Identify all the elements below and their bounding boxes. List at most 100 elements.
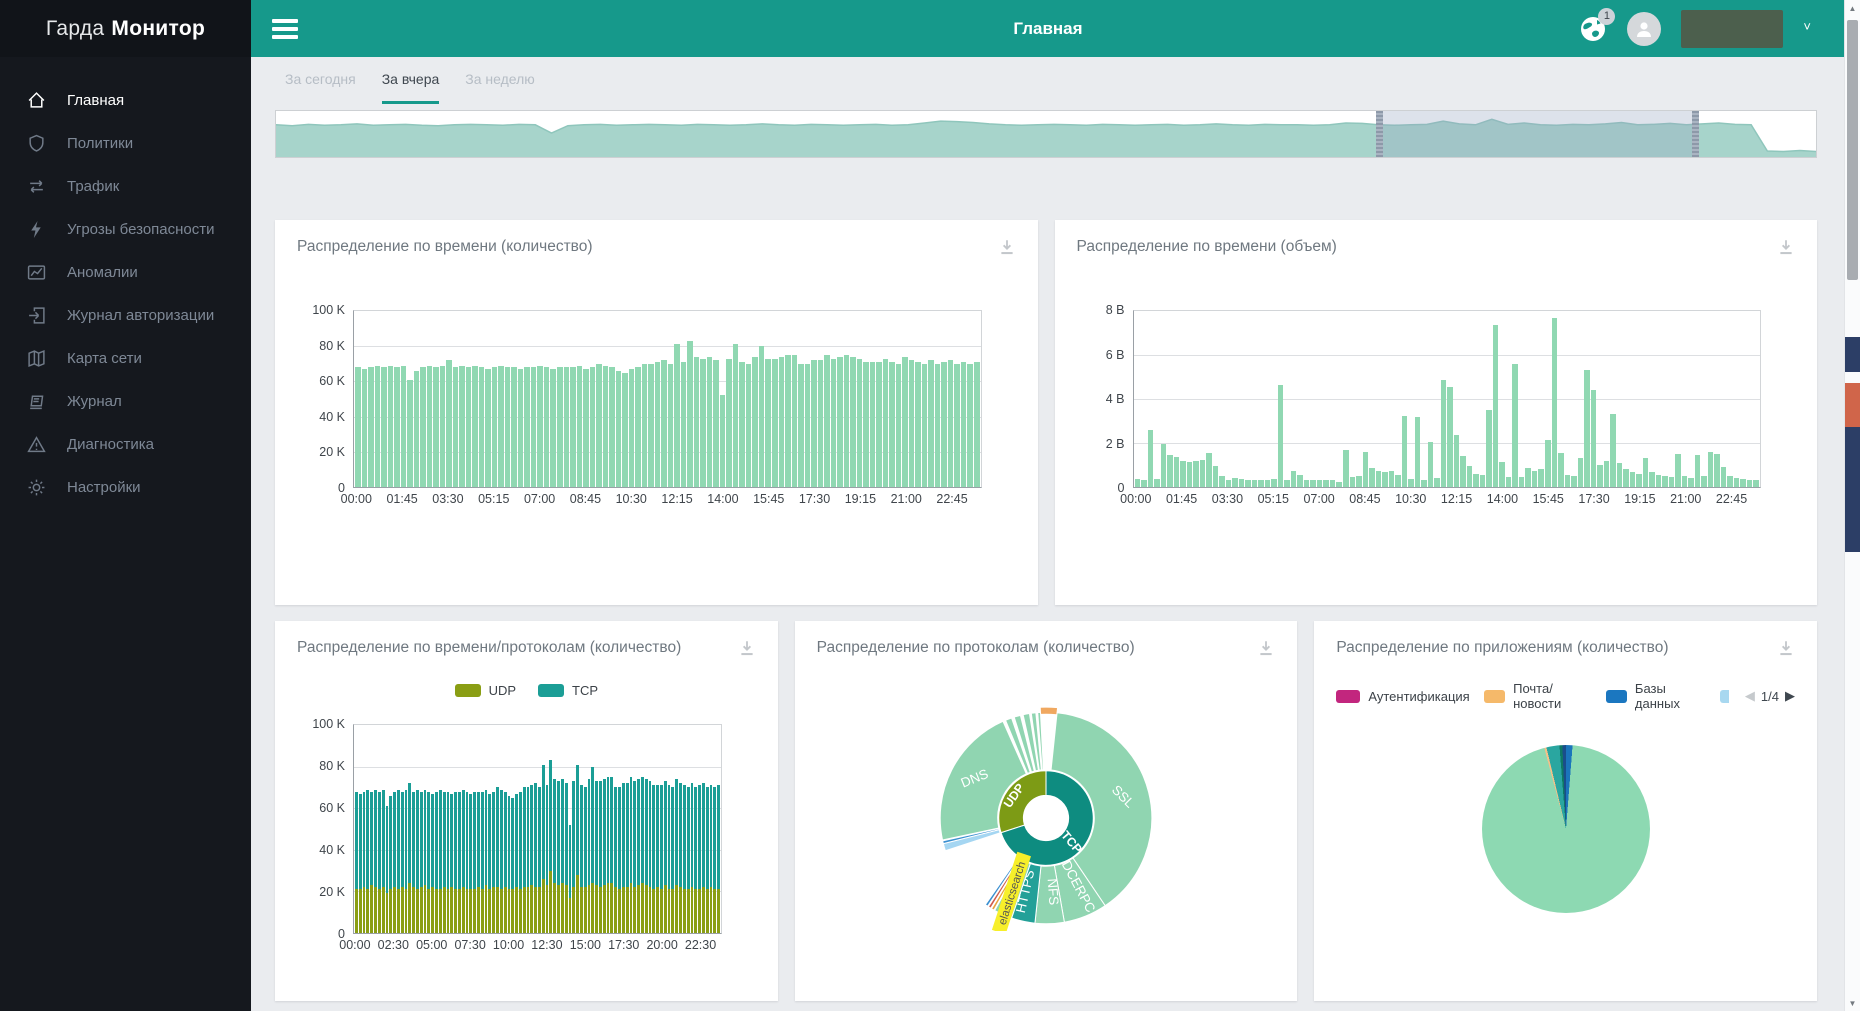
bar bbox=[401, 311, 407, 487]
card-title: Распределение по времени (количество) bbox=[297, 238, 593, 256]
bar bbox=[459, 311, 465, 487]
brush-handle-left[interactable] bbox=[1376, 111, 1383, 157]
sidebar-item-diagnostika[interactable]: Диагностика bbox=[0, 423, 251, 466]
y-tick-label: 40 K bbox=[319, 410, 345, 424]
bar bbox=[584, 725, 587, 933]
bar bbox=[1480, 311, 1486, 487]
tab-za-segodnya[interactable]: За сегодня bbox=[285, 71, 356, 104]
bar bbox=[707, 311, 713, 487]
bar bbox=[652, 725, 655, 933]
timeline-overview-chart[interactable] bbox=[275, 110, 1817, 158]
bar bbox=[511, 725, 514, 933]
sidebar-item-karta-seti[interactable]: Карта сети bbox=[0, 337, 251, 380]
hamburger-menu-icon[interactable] bbox=[272, 19, 298, 39]
bar bbox=[683, 725, 686, 933]
bar bbox=[626, 725, 629, 933]
bar bbox=[504, 725, 507, 933]
sidebar-item-anomalii[interactable]: Аномалии bbox=[0, 251, 251, 294]
bar bbox=[1571, 311, 1577, 487]
bar bbox=[458, 725, 461, 933]
bar bbox=[1565, 311, 1571, 487]
bar bbox=[375, 311, 381, 487]
sidebar-item-zhurnal[interactable]: Журнал bbox=[0, 380, 251, 423]
sidebar-item-zhurnal-avtorizacii[interactable]: Журнал авторизации bbox=[0, 294, 251, 337]
user-avatar[interactable] bbox=[1627, 12, 1661, 46]
sidebar-item-label: Карта сети bbox=[67, 350, 142, 367]
bar bbox=[382, 725, 385, 933]
bar bbox=[713, 311, 719, 487]
bar bbox=[414, 311, 420, 487]
pagination-prev-icon[interactable]: ◀ bbox=[1745, 688, 1755, 704]
bar bbox=[614, 725, 617, 933]
bar bbox=[363, 725, 366, 933]
sidebar-item-glavnaya[interactable]: Главная bbox=[0, 79, 251, 122]
download-icon[interactable] bbox=[998, 238, 1016, 256]
bar bbox=[1656, 311, 1662, 487]
legend-swatch-mail bbox=[1484, 690, 1505, 703]
bar bbox=[420, 725, 423, 933]
download-icon[interactable] bbox=[738, 639, 756, 657]
bar bbox=[1441, 311, 1447, 487]
sidebar-item-nastroyki[interactable]: Настройки bbox=[0, 466, 251, 509]
x-tick-label: 17:30 bbox=[799, 492, 830, 506]
bar bbox=[544, 311, 550, 487]
sidebar-item-ugrozy[interactable]: Угрозы безопасности bbox=[0, 208, 251, 251]
bar bbox=[1538, 311, 1544, 487]
sidebar-item-trafik[interactable]: Трафик bbox=[0, 165, 251, 208]
bar bbox=[1291, 311, 1297, 487]
card-protocols-sunburst: Распределение по протоколам (количество)… bbox=[795, 621, 1298, 1001]
download-icon[interactable] bbox=[1257, 639, 1275, 657]
bar bbox=[1434, 311, 1440, 487]
pagination-next-icon[interactable]: ▶ bbox=[1785, 688, 1795, 704]
x-axis-labels: 00:0001:4503:3005:1507:0008:4510:3012:15… bbox=[1133, 488, 1762, 506]
bar bbox=[1643, 311, 1649, 487]
x-tick-label: 02:30 bbox=[378, 938, 409, 952]
y-tick-label: 80 K bbox=[319, 339, 345, 353]
scrollbar-thumb[interactable] bbox=[1847, 20, 1858, 280]
bar bbox=[1245, 311, 1251, 487]
bar bbox=[1167, 311, 1173, 487]
bar bbox=[691, 725, 694, 933]
bar bbox=[355, 311, 361, 487]
bar bbox=[637, 725, 640, 933]
timeline-brush-selection[interactable] bbox=[1376, 111, 1699, 157]
x-tick-label: 21:00 bbox=[891, 492, 922, 506]
tab-za-nedelyu[interactable]: За неделю bbox=[465, 71, 535, 104]
scroll-down-icon[interactable]: ▼ bbox=[1845, 995, 1860, 1011]
sidebar: Гарда Монитор Главная Политики Трафик Уг… bbox=[0, 0, 251, 1011]
legend-label: Аутентификация bbox=[1368, 689, 1469, 704]
download-icon[interactable] bbox=[1777, 639, 1795, 657]
y-tick-label: 80 K bbox=[319, 759, 345, 773]
y-tick-label: 100 K bbox=[312, 303, 345, 317]
legend-item-mail: Почта/новости bbox=[1484, 681, 1592, 711]
sidebar-item-label: Угрозы безопасности bbox=[67, 221, 215, 238]
bar bbox=[668, 725, 671, 933]
scroll-up-icon[interactable]: ▲ bbox=[1845, 0, 1860, 16]
vertical-scrollbar[interactable]: ▲ ▼ bbox=[1844, 0, 1860, 1011]
bar bbox=[1734, 311, 1740, 487]
bar bbox=[523, 725, 526, 933]
bar bbox=[1187, 311, 1193, 487]
y-tick-label: 20 K bbox=[319, 445, 345, 459]
sidebar-item-politiki[interactable]: Политики bbox=[0, 122, 251, 165]
chevron-down-icon[interactable]: ˅ bbox=[1803, 19, 1811, 34]
bar bbox=[645, 725, 648, 933]
plot-area bbox=[1133, 310, 1762, 488]
bar bbox=[698, 725, 701, 933]
bar bbox=[635, 311, 641, 487]
sidebar-item-label: Политики bbox=[67, 135, 133, 152]
notifications-button[interactable]: 1 bbox=[1579, 15, 1607, 43]
brush-handle-right[interactable] bbox=[1692, 111, 1699, 157]
bar bbox=[746, 311, 752, 487]
scrollbar-mark bbox=[1845, 383, 1860, 427]
bar bbox=[1558, 311, 1564, 487]
tab-za-vchera[interactable]: За вчера bbox=[382, 71, 440, 104]
bar bbox=[844, 311, 850, 487]
download-icon[interactable] bbox=[1777, 238, 1795, 256]
x-tick-label: 07:00 bbox=[524, 492, 555, 506]
bar bbox=[1493, 311, 1499, 487]
bar bbox=[649, 725, 652, 933]
x-tick-label: 01:45 bbox=[386, 492, 417, 506]
bar bbox=[366, 725, 369, 933]
x-tick-label: 00:00 bbox=[339, 938, 370, 952]
